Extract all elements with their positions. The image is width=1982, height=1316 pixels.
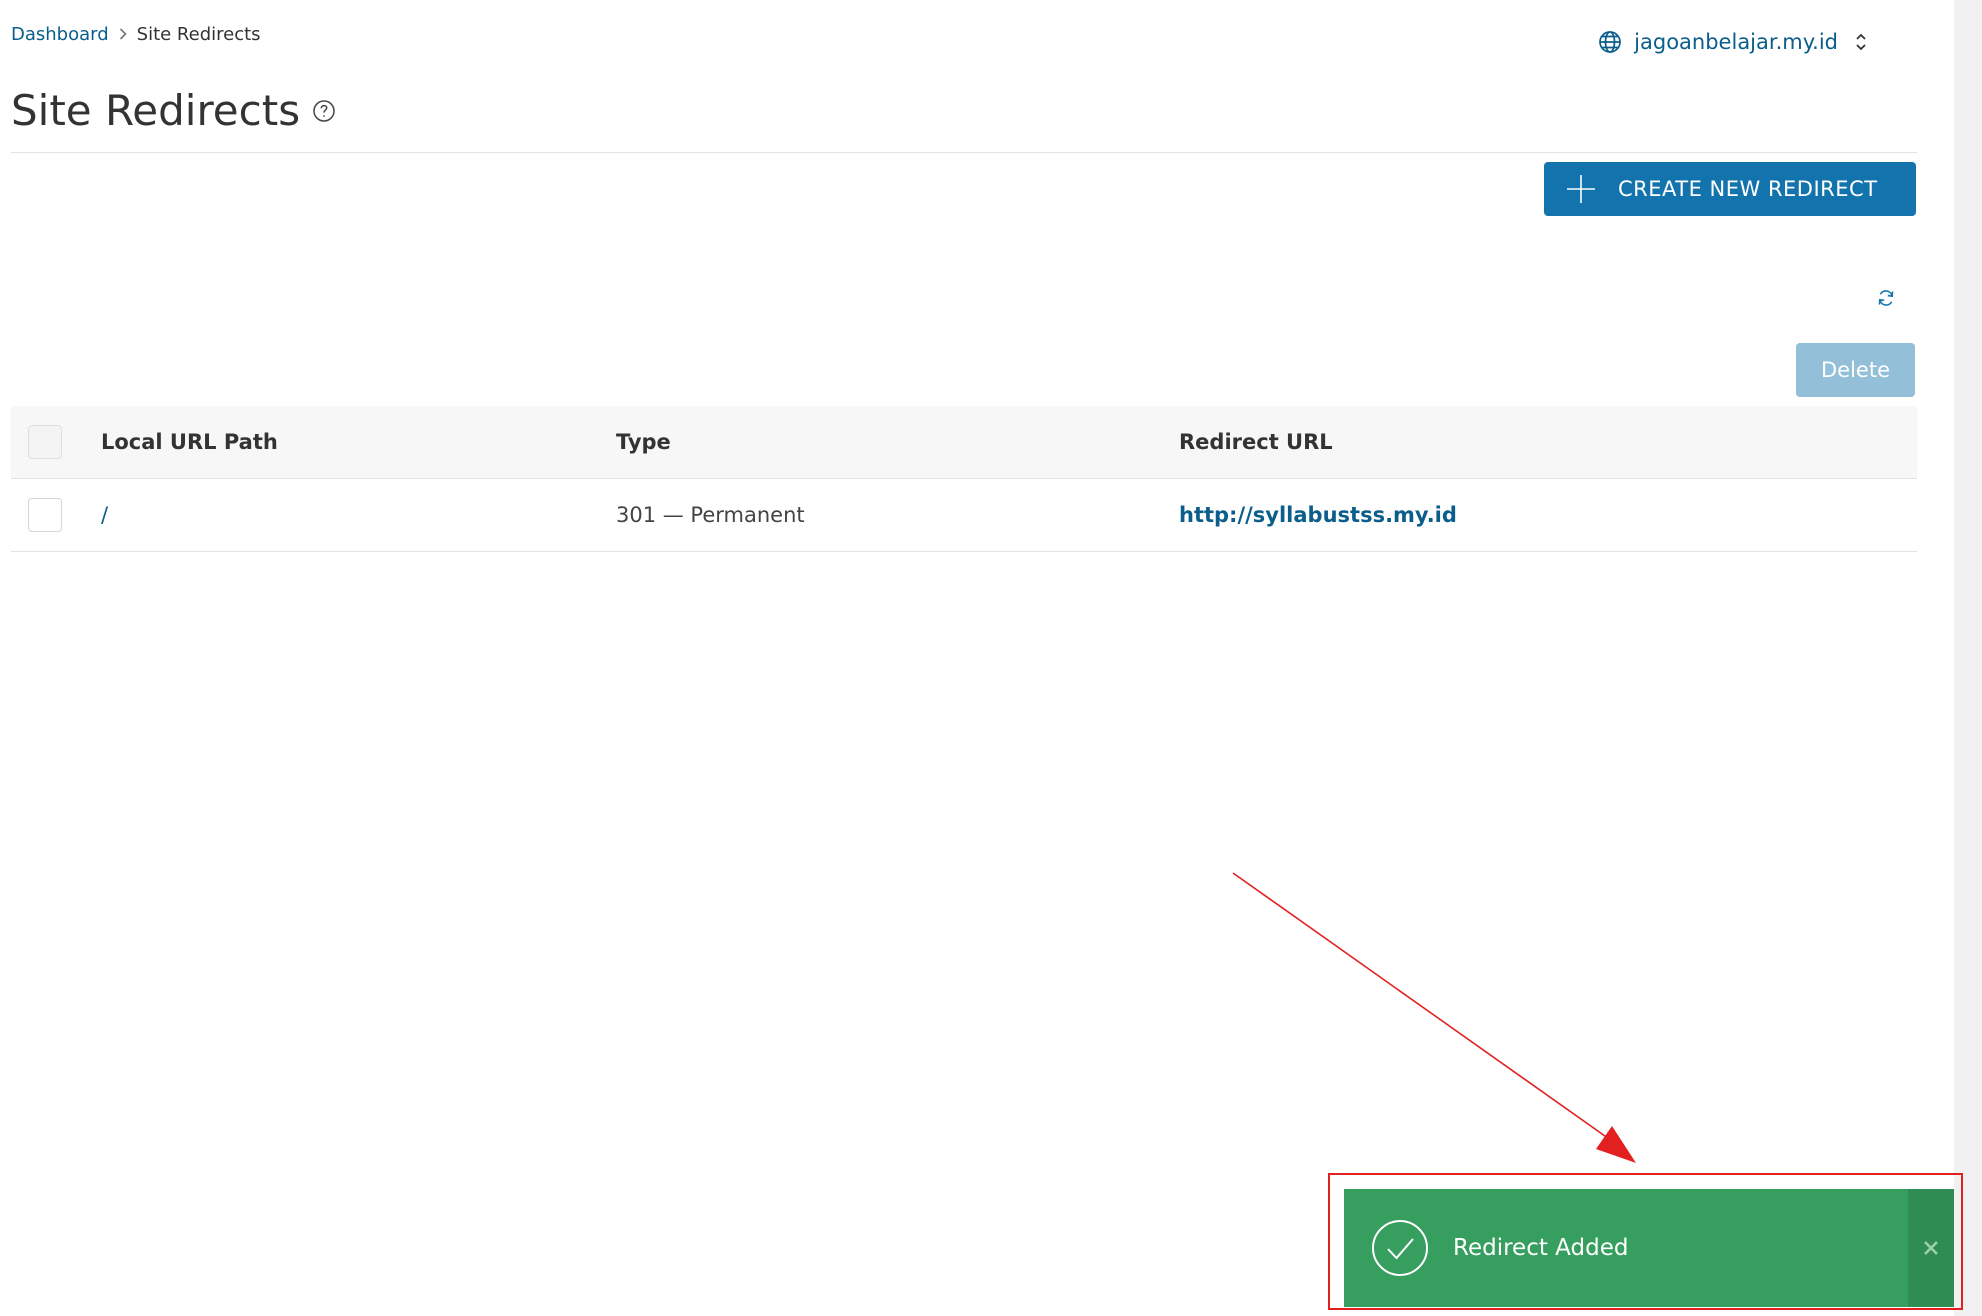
help-icon[interactable] bbox=[312, 99, 336, 123]
create-new-redirect-button[interactable]: CREATE NEW REDIRECT bbox=[1544, 162, 1916, 216]
breadcrumb-dashboard-link[interactable]: Dashboard bbox=[11, 24, 109, 45]
row-local-path-link[interactable]: / bbox=[101, 503, 108, 527]
table-row: / 301 — Permanent http://syllabustss.my.… bbox=[11, 479, 1917, 552]
row-checkbox[interactable] bbox=[28, 498, 62, 532]
chevron-right-icon bbox=[119, 25, 127, 44]
page: Dashboard Site Redirects jagoanbelajar.m… bbox=[0, 0, 1954, 1316]
globe-icon bbox=[1598, 30, 1622, 54]
breadcrumb: Dashboard Site Redirects bbox=[11, 24, 261, 45]
chevron-updown-icon bbox=[1854, 31, 1868, 53]
header-local-url-path: Local URL Path bbox=[101, 430, 278, 454]
plus-icon bbox=[1566, 174, 1596, 204]
redirects-table: Local URL Path Type Redirect URL / 301 —… bbox=[11, 406, 1917, 552]
header-redirect-url: Redirect URL bbox=[1179, 430, 1333, 454]
title-divider bbox=[11, 152, 1917, 153]
success-toast: Redirect Added bbox=[1344, 1189, 1954, 1307]
page-title-wrap: Site Redirects bbox=[11, 86, 336, 135]
delete-button[interactable]: Delete bbox=[1796, 343, 1915, 397]
select-all-checkbox[interactable] bbox=[28, 425, 62, 459]
row-redirect-url-link[interactable]: http://syllabustss.my.id bbox=[1179, 503, 1457, 527]
row-type: 301 — Permanent bbox=[616, 503, 805, 527]
refresh-icon[interactable] bbox=[1876, 288, 1896, 308]
check-circle-icon bbox=[1371, 1219, 1429, 1277]
site-domain: jagoanbelajar.my.id bbox=[1634, 30, 1838, 54]
scrollbar-track[interactable] bbox=[1954, 0, 1982, 1316]
table-header: Local URL Path Type Redirect URL bbox=[11, 406, 1917, 479]
site-selector[interactable]: jagoanbelajar.my.id bbox=[1598, 30, 1868, 54]
page-title: Site Redirects bbox=[11, 86, 301, 135]
close-icon[interactable] bbox=[1908, 1189, 1954, 1307]
create-new-redirect-label: CREATE NEW REDIRECT bbox=[1618, 177, 1878, 201]
toast-message: Redirect Added bbox=[1453, 1235, 1629, 1261]
breadcrumb-current: Site Redirects bbox=[136, 24, 261, 45]
header-type: Type bbox=[616, 430, 671, 454]
